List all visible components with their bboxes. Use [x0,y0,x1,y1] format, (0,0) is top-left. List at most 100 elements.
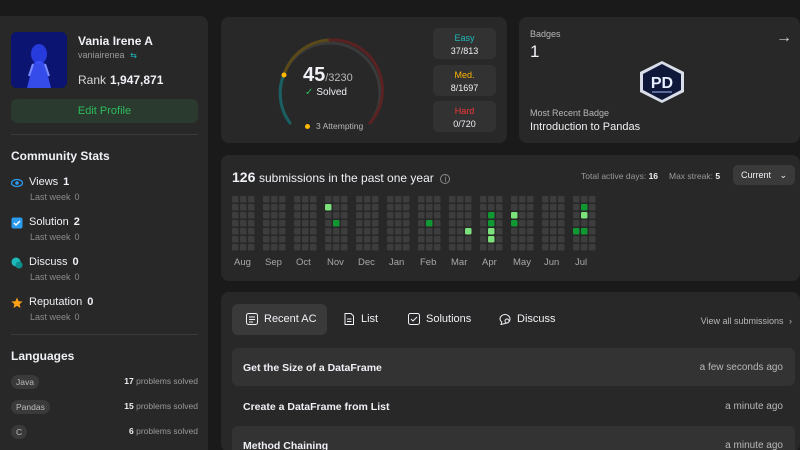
difficulty-medium[interactable]: Med. 8/1697 [433,65,496,96]
heatmap-cell[interactable] [310,228,317,235]
heatmap-cell[interactable] [480,220,487,227]
heatmap-cell[interactable] [271,220,278,227]
heatmap-cell[interactable] [519,204,526,211]
heatmap-cell[interactable] [589,212,596,219]
heatmap-cell[interactable] [271,228,278,235]
heatmap-cell[interactable] [302,228,309,235]
heatmap-cell[interactable] [356,196,363,203]
heatmap-cell[interactable] [457,244,464,251]
heatmap-cell[interactable] [279,212,286,219]
heatmap-cell[interactable] [511,244,518,251]
heatmap-cell[interactable] [364,220,371,227]
heatmap-cell[interactable] [573,220,580,227]
heatmap-cell[interactable] [480,236,487,243]
heatmap-cell[interactable] [302,220,309,227]
heatmap-cell[interactable] [581,204,588,211]
heatmap-cell[interactable] [550,204,557,211]
heatmap-cell[interactable] [271,244,278,251]
heatmap-cell[interactable] [519,236,526,243]
heatmap-cell[interactable] [465,196,472,203]
heatmap-cell[interactable] [387,244,394,251]
heatmap-cell[interactable] [426,204,433,211]
heatmap-cell[interactable] [558,220,565,227]
tab-discuss[interactable]: Discuss [499,304,579,335]
heatmap-cell[interactable] [527,228,534,235]
heatmap-cell[interactable] [364,236,371,243]
heatmap-cell[interactable] [325,236,332,243]
heatmap-cell[interactable] [519,196,526,203]
heatmap-cell[interactable] [364,196,371,203]
heatmap-cell[interactable] [589,204,596,211]
heatmap-cell[interactable] [279,244,286,251]
heatmap-cell[interactable] [457,236,464,243]
heatmap-cell[interactable] [232,204,239,211]
heatmap-cell[interactable] [364,204,371,211]
heatmap-cell[interactable] [240,244,247,251]
heatmap-cell[interactable] [418,236,425,243]
submission-row[interactable]: Method Chaining a minute ago [232,426,795,450]
heatmap-cell[interactable] [480,244,487,251]
heatmap-cell[interactable] [395,204,402,211]
heatmap-cell[interactable] [240,204,247,211]
heatmap-cell[interactable] [542,220,549,227]
heatmap-cell[interactable] [426,228,433,235]
tab-solutions[interactable]: Solutions [408,304,488,335]
heatmap-cell[interactable] [434,236,441,243]
heatmap-cell[interactable] [496,196,503,203]
heatmap-cell[interactable] [271,204,278,211]
heatmap-cell[interactable] [341,228,348,235]
heatmap-cell[interactable] [511,220,518,227]
heatmap-cell[interactable] [550,228,557,235]
heatmap-cell[interactable] [356,212,363,219]
heatmap-cell[interactable] [573,228,580,235]
heatmap-cell[interactable] [496,228,503,235]
heatmap-cell[interactable] [279,220,286,227]
heatmap-cell[interactable] [356,236,363,243]
heatmap-cell[interactable] [449,244,456,251]
heatmap-cell[interactable] [511,196,518,203]
heatmap-cell[interactable] [333,220,340,227]
heatmap-cell[interactable] [341,244,348,251]
heatmap-cell[interactable] [558,236,565,243]
heatmap-cell[interactable] [573,236,580,243]
heatmap-cell[interactable] [465,220,472,227]
heatmap-cell[interactable] [527,236,534,243]
link-icon[interactable]: ⇆ [130,51,137,60]
heatmap-cell[interactable] [558,228,565,235]
heatmap-cell[interactable] [581,212,588,219]
heatmap-cell[interactable] [457,220,464,227]
heatmap-cell[interactable] [403,212,410,219]
heatmap-cell[interactable] [418,220,425,227]
heatmap-cell[interactable] [395,236,402,243]
heatmap-cell[interactable] [465,236,472,243]
heatmap-cell[interactable] [364,212,371,219]
heatmap-cell[interactable] [294,196,301,203]
heatmap-cell[interactable] [465,204,472,211]
heatmap-cell[interactable] [449,220,456,227]
heatmap-cell[interactable] [387,228,394,235]
heatmap-cell[interactable] [395,196,402,203]
heatmap-cell[interactable] [434,220,441,227]
heatmap-cell[interactable] [542,228,549,235]
heatmap-cell[interactable] [310,244,317,251]
heatmap-cell[interactable] [573,244,580,251]
tab-list[interactable]: List [343,304,403,335]
heatmap-cell[interactable] [550,244,557,251]
heatmap-cell[interactable] [434,196,441,203]
heatmap-cell[interactable] [581,244,588,251]
submission-row[interactable]: Get the Size of a DataFrame a few second… [232,348,795,386]
heatmap-cell[interactable] [387,196,394,203]
heatmap-cell[interactable] [333,236,340,243]
heatmap-cell[interactable] [488,236,495,243]
heatmap-cell[interactable] [519,220,526,227]
heatmap-cell[interactable] [542,212,549,219]
heatmap-cell[interactable] [418,196,425,203]
heatmap-cell[interactable] [558,196,565,203]
heatmap-cell[interactable] [550,196,557,203]
heatmap-cell[interactable] [457,196,464,203]
heatmap-cell[interactable] [372,204,379,211]
heatmap-cell[interactable] [294,244,301,251]
heatmap-cell[interactable] [465,228,472,235]
heatmap-cell[interactable] [581,228,588,235]
heatmap-cell[interactable] [263,220,270,227]
